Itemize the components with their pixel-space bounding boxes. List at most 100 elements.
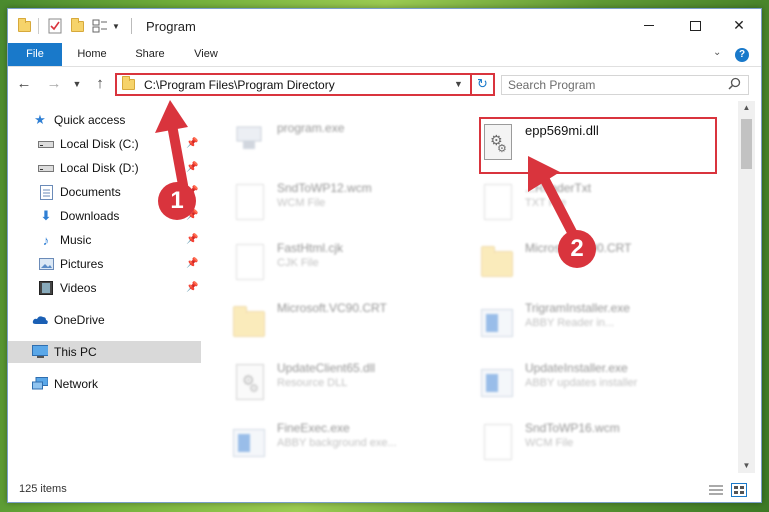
address-path[interactable]: C:\Program Files\Program Directory bbox=[144, 78, 335, 92]
minimize-button[interactable] bbox=[626, 9, 672, 42]
tab-home[interactable]: Home bbox=[68, 43, 116, 66]
divider bbox=[38, 18, 39, 34]
sidebar-item-network[interactable]: Network bbox=[8, 373, 201, 395]
sidebar-item-label: Documents bbox=[60, 185, 121, 199]
file-item-updateclient65-dll[interactable]: ⚙ ⚙ UpdateClient65.dll Resource DLL bbox=[233, 357, 473, 409]
network-icon bbox=[32, 376, 48, 392]
star-icon: ★ bbox=[34, 112, 46, 127]
sidebar-item-label: Videos bbox=[60, 281, 97, 295]
sidebar-item-videos[interactable]: Videos 📌 bbox=[8, 277, 201, 299]
sidebar-item-label: Downloads bbox=[60, 209, 120, 223]
expand-ribbon-icon[interactable]: ⌄ bbox=[713, 47, 721, 58]
ribbon-tabs: File Home Share View ⌄ ? bbox=[8, 43, 761, 67]
scroll-down-arrow-icon[interactable]: ▼ bbox=[738, 459, 755, 473]
navigation-bar: ← → ▼ ↑ C:\Program Files\Program Directo… bbox=[8, 67, 761, 101]
document-icon bbox=[481, 421, 515, 463]
sidebar-item-this-pc[interactable]: This PC bbox=[8, 341, 201, 363]
scroll-thumb[interactable] bbox=[741, 119, 752, 169]
tab-view[interactable]: View bbox=[184, 43, 228, 66]
address-dropdown-icon[interactable]: ▼ bbox=[454, 79, 463, 89]
document-icon bbox=[481, 181, 515, 223]
search-input[interactable]: Search Program bbox=[501, 75, 749, 95]
tab-file[interactable]: File bbox=[8, 43, 62, 66]
file-name: TrigramInstaller.exe bbox=[525, 301, 630, 315]
file-item-fasthtml-cjk[interactable]: FastHtml.cjk CJK File bbox=[233, 237, 473, 289]
divider bbox=[470, 73, 472, 96]
pin-icon[interactable]: 📌 bbox=[186, 282, 198, 293]
pictures-icon bbox=[38, 256, 54, 272]
sidebar-item-label: This PC bbox=[54, 345, 97, 359]
search-placeholder: Search Program bbox=[508, 78, 596, 92]
help-icon[interactable]: ? bbox=[735, 48, 749, 62]
videos-icon bbox=[38, 280, 54, 296]
divider bbox=[131, 18, 132, 34]
quick-access-dropdown-icon[interactable]: ▼ bbox=[111, 18, 121, 34]
file-item-microsoft-vc90-crt[interactable]: Micros... VC90.CRT bbox=[481, 237, 721, 289]
pc-icon bbox=[32, 344, 48, 360]
folder-icon[interactable] bbox=[17, 17, 31, 34]
music-icon: ♪ bbox=[42, 232, 50, 248]
large-icons-view-icon[interactable] bbox=[731, 483, 747, 497]
sidebar-item-music[interactable]: ♪ Music 📌 bbox=[8, 229, 201, 251]
file-type: CJK File bbox=[277, 257, 319, 269]
file-type: WCM File bbox=[277, 197, 326, 209]
file-name: FastHtml.cjk bbox=[277, 241, 343, 255]
customize-icon[interactable] bbox=[92, 18, 108, 34]
sidebar-item-label: OneDrive bbox=[54, 313, 105, 327]
drive-icon bbox=[38, 160, 54, 176]
title-bar: ▼ Program ✕ bbox=[8, 9, 761, 43]
file-item-sndtowp16-wcm[interactable]: SndToWP16.wcm WCM File bbox=[481, 417, 721, 469]
file-item-updateinstaller-exe[interactable]: UpdateInstaller.exe ABBY updates install… bbox=[481, 357, 721, 409]
cloud-icon bbox=[32, 312, 48, 328]
pin-icon[interactable]: 📌 bbox=[186, 258, 198, 269]
file-item-readertxt[interactable]: ...ReaderTxt TXT File bbox=[481, 177, 721, 229]
sidebar-item-label: Network bbox=[54, 377, 99, 391]
download-icon: ⬇ bbox=[40, 208, 52, 223]
window-title: Program bbox=[146, 19, 196, 34]
close-icon: ✕ bbox=[733, 17, 745, 33]
file-item-fineexec-exe[interactable]: FineExec.exe ABBY background exe... bbox=[233, 417, 473, 469]
scroll-up-arrow-icon[interactable]: ▲ bbox=[738, 101, 755, 115]
new-folder-icon[interactable] bbox=[70, 17, 84, 34]
step-badge-1: 1 bbox=[158, 182, 196, 220]
sidebar-item-label: Local Disk (C:) bbox=[60, 137, 139, 151]
close-button[interactable]: ✕ bbox=[716, 9, 761, 42]
file-type: Resource DLL bbox=[277, 377, 348, 389]
tab-share[interactable]: Share bbox=[126, 43, 174, 66]
folder-icon bbox=[122, 76, 135, 90]
file-item-microsoft-vc90-crt[interactable]: Microsoft.VC90.CRT bbox=[233, 297, 473, 349]
file-item-sndtowp12-wcm[interactable]: SndToWP12.wcm WCM File bbox=[233, 177, 473, 229]
back-arrow-icon[interactable]: ← bbox=[16, 76, 32, 92]
recent-locations-icon[interactable]: ▼ bbox=[72, 76, 82, 92]
file-name: Microsoft.VC90.CRT bbox=[277, 301, 387, 315]
file-name: program.exe bbox=[277, 121, 345, 135]
file-name: FineExec.exe bbox=[277, 421, 350, 435]
refresh-icon[interactable]: ↻ bbox=[477, 76, 488, 92]
file-item-trigraminstaller-exe[interactable]: TrigramInstaller.exe ABBY Reader in... bbox=[481, 297, 721, 349]
program-icon bbox=[233, 121, 267, 163]
sidebar-item-onedrive[interactable]: OneDrive bbox=[8, 309, 201, 331]
address-bar[interactable]: C:\Program Files\Program Directory ▼ ↻ bbox=[115, 73, 495, 96]
vertical-scrollbar[interactable]: ▲ ▼ bbox=[738, 101, 755, 473]
folder-icon bbox=[233, 301, 267, 343]
search-icon[interactable] bbox=[728, 77, 741, 93]
pin-icon[interactable]: 📌 bbox=[186, 234, 198, 245]
file-type: ABBY updates installer bbox=[525, 377, 638, 389]
dll-gear-icon: ⚙ ⚙ bbox=[233, 361, 267, 403]
details-view-icon[interactable] bbox=[708, 483, 724, 497]
sidebar-item-pictures[interactable]: Pictures 📌 bbox=[8, 253, 201, 275]
maximize-icon bbox=[689, 20, 701, 31]
installer-icon bbox=[481, 361, 515, 403]
maximize-button[interactable] bbox=[672, 9, 718, 42]
file-name: UpdateInstaller.exe bbox=[525, 361, 628, 375]
file-item-program-exe[interactable]: program.exe bbox=[233, 117, 473, 169]
sidebar-item-label: Music bbox=[60, 233, 92, 247]
file-name: UpdateClient65.dll bbox=[277, 361, 376, 375]
properties-check-icon[interactable] bbox=[48, 18, 62, 34]
forward-arrow-icon[interactable]: → bbox=[46, 76, 62, 92]
installer-icon bbox=[481, 301, 515, 343]
installer-icon bbox=[233, 421, 267, 463]
document-icon bbox=[233, 181, 267, 223]
up-arrow-icon[interactable]: ↑ bbox=[92, 76, 108, 92]
sidebar-item-label: Quick access bbox=[54, 113, 126, 127]
